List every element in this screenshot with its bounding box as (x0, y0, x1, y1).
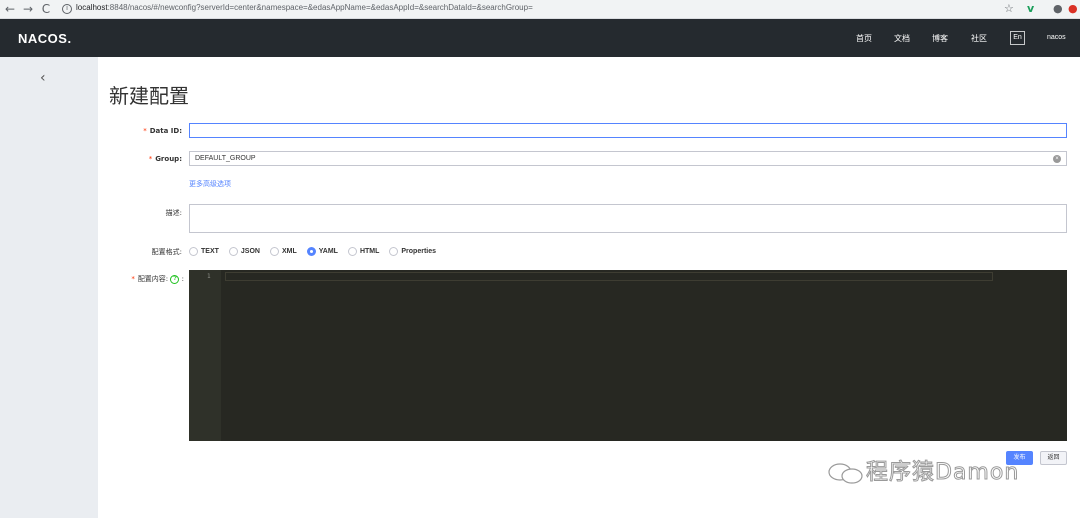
format-option-properties[interactable]: Properties (389, 246, 436, 256)
format-option-text[interactable]: TEXT (189, 246, 219, 256)
extension-icon[interactable]: ⅴ (1027, 2, 1034, 16)
format-label: 配置格式: (151, 248, 182, 256)
arrow-right-icon[interactable]: → (21, 2, 35, 16)
format-option-xml[interactable]: XML (269, 246, 297, 256)
group-value: DEFAULT_GROUP (195, 155, 256, 162)
clear-icon[interactable]: × (1053, 155, 1061, 163)
side-panel: ‹ (0, 57, 98, 518)
radio-icon (228, 246, 238, 256)
data-id-input[interactable] (189, 123, 1067, 138)
group-label: * Group: (148, 155, 182, 163)
editor-gutter: 1 (189, 270, 221, 441)
radio-checked-icon (306, 246, 316, 256)
nav-docs[interactable]: 文档 (894, 33, 910, 44)
nav-blog[interactable]: 博客 (932, 33, 948, 44)
language-switch-button[interactable]: En (1010, 31, 1025, 45)
address-bar[interactable]: localhost:8848/nacos/#/newconfig?serverI… (76, 3, 533, 12)
page-title: 新建配置 (109, 84, 189, 108)
format-option-yaml[interactable]: YAML (306, 246, 338, 256)
help-icon[interactable]: ? (170, 274, 180, 284)
radio-icon (269, 246, 279, 256)
format-option-html[interactable]: HTML (347, 246, 379, 256)
format-option-json[interactable]: JSON (228, 246, 260, 256)
account-icon[interactable]: ● (1053, 2, 1063, 16)
description-textarea[interactable] (189, 204, 1067, 233)
back-button[interactable]: 返回 (1040, 451, 1067, 465)
reload-icon[interactable]: C (39, 2, 53, 16)
format-radio-group: TEXT JSON XML YAML HTML Properties (189, 245, 446, 257)
info-icon[interactable]: i (62, 4, 72, 14)
star-icon[interactable]: ☆ (1004, 2, 1014, 16)
browser-toolbar: ← → C i localhost:8848/nacos/#/newconfig… (0, 0, 1080, 19)
nav-home[interactable]: 首页 (856, 33, 872, 44)
nacos-logo[interactable]: NACOS. (18, 31, 72, 46)
wechat-icon (826, 461, 866, 485)
watermark: 程序猿Damon (826, 454, 1019, 486)
code-editor[interactable]: 1 (189, 270, 1067, 441)
advanced-options-link[interactable]: 更多高级选项 (189, 179, 231, 189)
chevron-left-icon[interactable]: ‹ (40, 70, 46, 86)
radio-icon (389, 246, 399, 256)
nav-community[interactable]: 社区 (971, 33, 987, 44)
content-label: * 配置内容: ? : (131, 274, 184, 284)
active-line (225, 272, 993, 281)
group-input[interactable]: DEFAULT_GROUP × (189, 151, 1067, 166)
data-id-label: * Data ID: (143, 127, 182, 135)
arrow-left-icon[interactable]: ← (3, 2, 17, 16)
radio-icon (189, 246, 198, 256)
opera-icon[interactable]: ● (1068, 2, 1078, 16)
top-navbar: NACOS. 首页 文档 博客 社区 En nacos (0, 19, 1080, 57)
radio-icon (347, 246, 357, 256)
description-label: 描述: (165, 209, 182, 217)
line-number: 1 (207, 273, 211, 280)
user-menu[interactable]: nacos (1047, 34, 1066, 41)
